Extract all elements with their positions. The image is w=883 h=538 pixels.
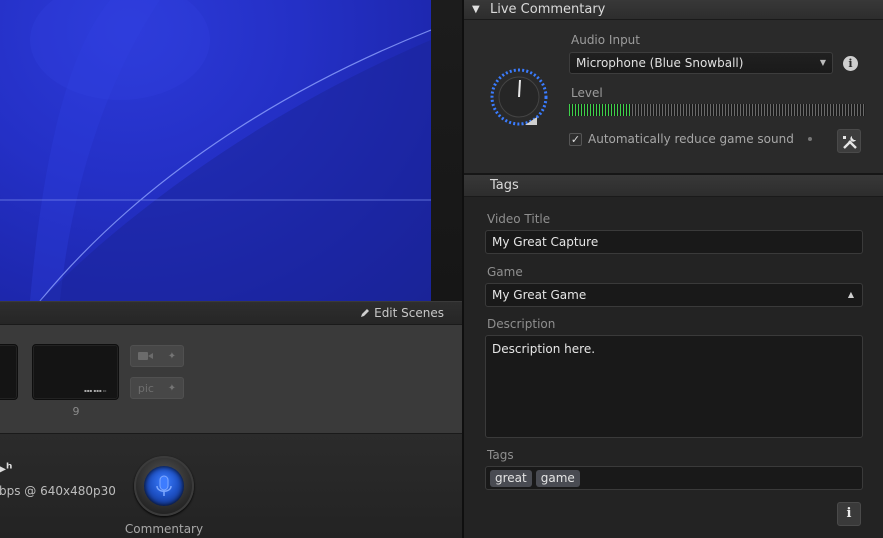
audio-input-label: Audio Input [571, 33, 640, 47]
live-commentary-body: Audio Input Microphone (Blue Snowball) ▼… [464, 20, 883, 175]
preview-wallpaper [0, 0, 431, 301]
auto-reduce-checkbox[interactable]: ✓ [569, 132, 582, 146]
video-title-input[interactable]: My Great Capture [485, 230, 863, 254]
scene-thumbnail[interactable] [0, 344, 18, 400]
game-select[interactable]: My Great Game ▲ [485, 283, 863, 307]
tags-header[interactable]: Tags [464, 175, 883, 197]
audio-level-fill [569, 104, 632, 116]
audio-input-select[interactable]: Microphone (Blue Snowball) ▼ [569, 52, 833, 74]
level-label: Level [571, 86, 603, 100]
auto-reduce-row: ✓ Automatically reduce game sound [569, 132, 812, 146]
auto-reduce-label: Automatically reduce game sound [588, 132, 794, 146]
live-commentary-header[interactable]: ▼ Live Commentary [464, 0, 883, 20]
tag-chip[interactable]: great [490, 469, 532, 487]
description-textarea[interactable]: Description here. [485, 335, 863, 438]
edit-scenes-button[interactable]: Edit Scenes [360, 306, 444, 320]
pic-label: pic [137, 381, 154, 395]
tags-label: Tags [487, 448, 514, 462]
twitch-icon: ▸ʰ [0, 461, 13, 477]
commentary-label: Commentary [124, 522, 204, 536]
preview-gutter [431, 0, 463, 301]
edit-scenes-label: Edit Scenes [374, 306, 444, 320]
tags-input[interactable]: great game [485, 466, 863, 490]
info-button[interactable]: i [837, 502, 861, 526]
game-value: My Great Game [492, 288, 587, 302]
scene-thumbnail[interactable]: ▪▪▪ ▪▪▪ ▭ [32, 344, 119, 400]
scene-number: 9 [72, 405, 80, 418]
pencil-icon [361, 309, 370, 317]
plus-icon: ✦ [167, 350, 177, 362]
stream-status-area: ▸ʰ bps @ 640x480p30 Commentary [0, 433, 462, 538]
volume-knob-icon[interactable] [489, 67, 549, 127]
info-icon[interactable]: i [843, 56, 858, 71]
description-label: Description [487, 317, 556, 331]
live-commentary-title: Live Commentary [490, 2, 606, 17]
camera-icon [137, 351, 154, 361]
status-dot [807, 137, 812, 141]
right-panel: ▼ Live Commentary Audio Input Microphone… [462, 0, 883, 538]
commentary-mic-button[interactable] [134, 456, 194, 516]
microphone-icon [156, 475, 172, 496]
thumbnail-watermark: ▪▪▪ ▪▪▪ ▭ [84, 388, 107, 393]
add-camera-button[interactable]: ✦ [130, 345, 184, 367]
tags-body: Video Title My Great Capture Game My Gre… [464, 197, 883, 538]
game-label: Game [487, 265, 523, 279]
scenes-area: ▪▪▪ ▪▪▪ ▭ 9 ✦ pic ✦ [0, 325, 462, 433]
audio-settings-button[interactable] [837, 129, 861, 153]
audio-input-value: Microphone (Blue Snowball) [576, 56, 744, 70]
dropdown-caret-icon: ▲ [847, 290, 854, 299]
capture-preview [0, 0, 431, 301]
add-picture-button[interactable]: pic ✦ [130, 377, 184, 399]
audio-level-meter [569, 104, 865, 116]
tools-icon [843, 136, 857, 149]
scenes-toolbar: Edit Scenes [0, 301, 462, 325]
tag-chip[interactable]: game [535, 469, 580, 487]
video-title-label: Video Title [487, 212, 551, 226]
bitrate-text: bps @ 640x480p30 [0, 484, 116, 498]
plus-icon: ✦ [167, 382, 177, 394]
tags-title: Tags [490, 178, 519, 193]
dropdown-caret-icon: ▼ [819, 58, 826, 67]
collapse-triangle-icon: ▼ [472, 4, 480, 15]
